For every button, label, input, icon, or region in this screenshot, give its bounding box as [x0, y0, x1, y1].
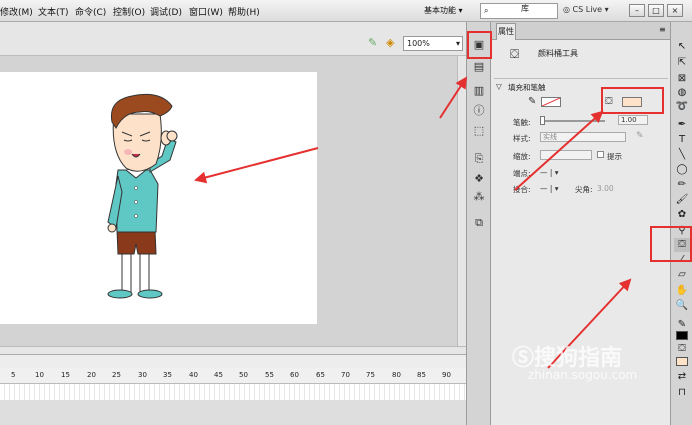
arrow-to-character [194, 147, 319, 184]
arrow-to-properties-icon [439, 76, 468, 119]
arrow-to-fill-color [514, 110, 604, 191]
watermark-url: zhinan.sogou.com [528, 368, 638, 382]
